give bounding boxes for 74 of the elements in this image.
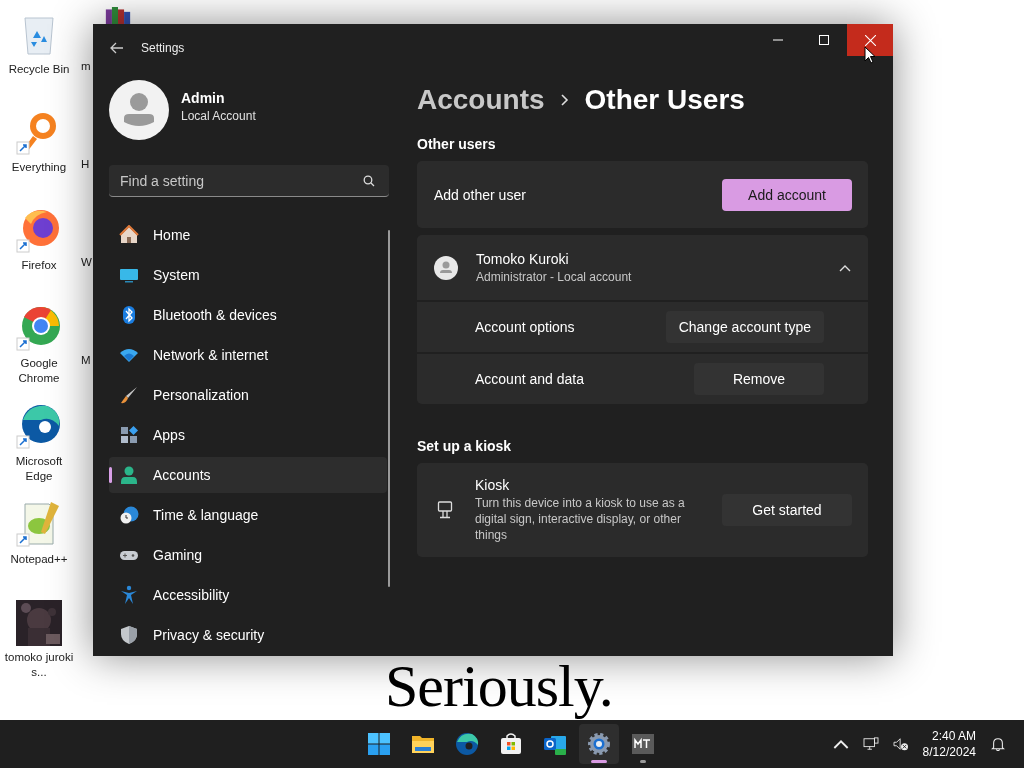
desktop-icon-label[interactable]: Google Chrome [2, 356, 76, 386]
person-icon [119, 465, 139, 485]
profile-name: Admin [181, 89, 226, 106]
user-card[interactable]: Tomoko Kuroki Administrator - Local account [417, 235, 868, 300]
brush-icon [119, 385, 139, 405]
avatar-icon [434, 255, 458, 280]
volume-muted-icon[interactable] [892, 737, 909, 751]
search-field[interactable]: Find a setting [109, 165, 389, 197]
shield-icon [119, 625, 139, 645]
network-icon[interactable] [862, 737, 879, 751]
desktop-icon-label[interactable]: Everything [2, 160, 76, 175]
chevron-right-icon [560, 94, 569, 106]
desktop-icon-label[interactable]: Firefox [2, 258, 76, 273]
user-role: Administrator - Local account [476, 270, 633, 284]
app-tile-icon [631, 732, 655, 756]
maximize-icon [819, 35, 829, 45]
user-name: Tomoko Kuroki [476, 251, 570, 267]
close-button[interactable] [847, 24, 893, 56]
globe-clock-icon [119, 505, 139, 525]
avatar-icon[interactable] [109, 80, 169, 140]
windows-logo-icon [367, 732, 391, 756]
nav-item[interactable]: Accounts [109, 457, 387, 493]
nav-item[interactable]: Time & language [109, 497, 387, 533]
nav-item[interactable]: Apps [109, 417, 387, 453]
section-heading: Other users [417, 136, 497, 152]
desktop-icon-label[interactable]: tomoko juroki s... [2, 650, 76, 680]
mouse-pointer-icon [864, 46, 876, 64]
chevron-up-icon[interactable] [839, 263, 851, 272]
desktop-icon-label[interactable]: m [81, 59, 92, 157]
desktop-icon-label[interactable]: H [81, 157, 92, 255]
nav-item[interactable]: Bluetooth & devices [109, 297, 387, 333]
action-button[interactable]: Remove [694, 363, 824, 395]
clock-time[interactable]: 2:40 AM [931, 728, 976, 744]
desktop-icon-label[interactable]: M [81, 353, 92, 451]
desktop-icon-label[interactable]: Microsoft Edge [2, 454, 76, 484]
add-account-button[interactable]: Add account [722, 178, 852, 211]
browser-icon [455, 732, 479, 756]
desktop-icon-label[interactable]: W [81, 255, 92, 353]
nav-item[interactable]: Home [109, 217, 387, 253]
page-title: Other Users [584, 84, 745, 116]
setting-label: Add other user [434, 186, 526, 203]
clock-date[interactable]: 8/12/2024 [922, 744, 976, 760]
nav-item[interactable]: Network & internet [109, 337, 387, 373]
accessibility-icon [119, 585, 139, 605]
desktop-icon-label[interactable]: Notepad++ [2, 552, 76, 567]
browser-icon[interactable] [15, 402, 63, 450]
nav-item[interactable]: Gaming [109, 537, 387, 573]
browser-icon[interactable] [15, 304, 63, 352]
nav-item[interactable]: System [109, 257, 387, 293]
apps-icon [119, 425, 139, 445]
taskbar-button[interactable] [579, 724, 619, 764]
scrollbar[interactable] [388, 230, 390, 587]
search-icon[interactable] [363, 175, 375, 187]
window-title: Settings [141, 41, 185, 55]
close-icon [864, 34, 876, 46]
account-type: Local Account [181, 108, 256, 123]
notification-bell-icon[interactable] [990, 737, 1006, 751]
kiosk-title: Kiosk [475, 477, 511, 493]
nav-item[interactable]: Personalization [109, 377, 387, 413]
section-heading: Set up a kiosk [417, 438, 513, 454]
kiosk-description: Turn this device into a kiosk to use as a digital sign, interactive display, or other things [475, 495, 686, 543]
settings-icon [587, 732, 611, 756]
nav-item[interactable]: Accessibility [109, 577, 387, 613]
get-started-button[interactable]: Get started [722, 494, 852, 526]
breadcrumb-link[interactable]: Accounts [417, 84, 545, 116]
house-icon [119, 225, 139, 245]
desktop-icon-label[interactable]: Recycle Bin [2, 62, 76, 77]
setting-label: Account options [475, 319, 575, 335]
action-button[interactable]: Change account type [665, 311, 824, 343]
nav-item[interactable]: Privacy & security [109, 617, 387, 653]
setting-label: Account and data [475, 371, 584, 387]
back-arrow-icon[interactable] [110, 42, 124, 54]
store-bag-icon [499, 732, 523, 756]
kiosk-icon [437, 501, 453, 519]
